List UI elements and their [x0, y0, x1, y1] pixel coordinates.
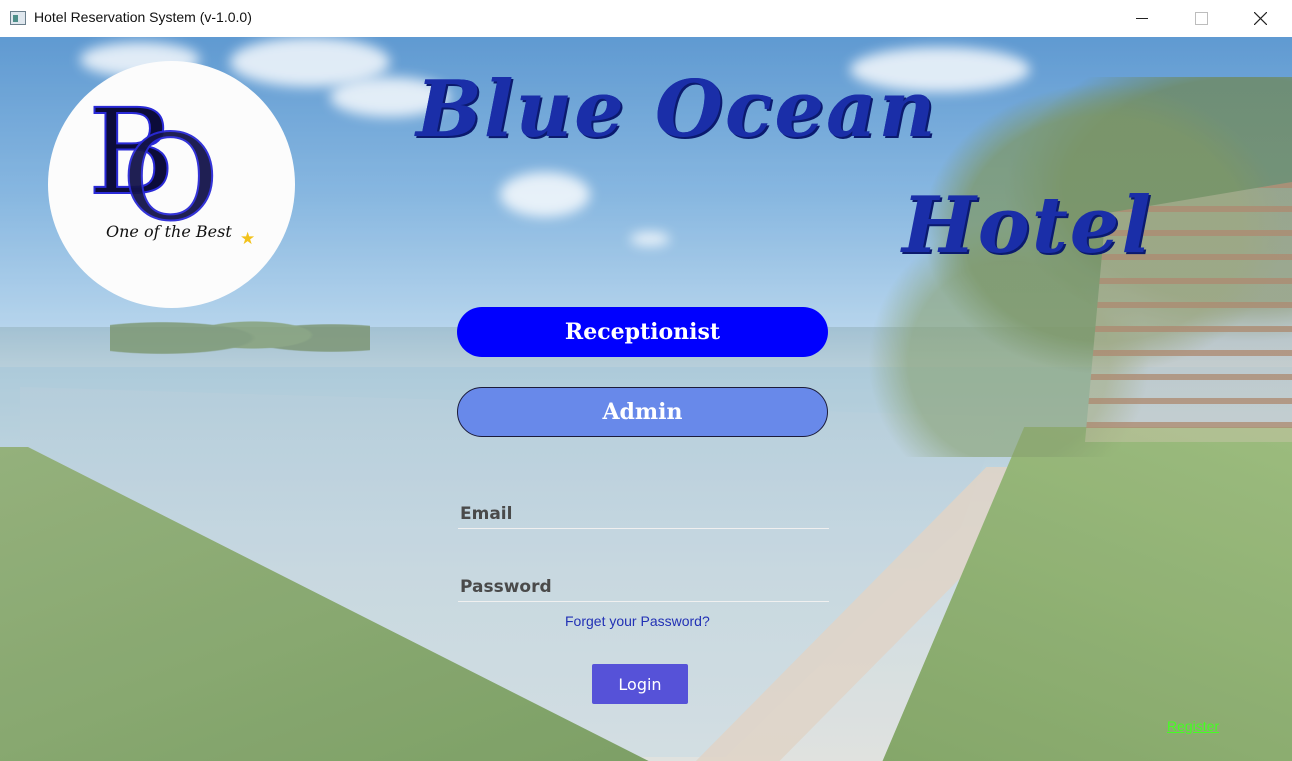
- bo-monogram: B O: [87, 85, 220, 225]
- star-icon: ★: [240, 229, 256, 249]
- register-link[interactable]: Register: [1167, 718, 1219, 734]
- hotel-title-line1: Blue Ocean: [416, 64, 938, 155]
- forget-password-link[interactable]: Forget your Password?: [565, 613, 710, 629]
- admin-button[interactable]: Admin: [457, 387, 828, 437]
- email-field[interactable]: [458, 500, 833, 528]
- email-field-container: [458, 500, 833, 529]
- app-icon: [10, 11, 26, 25]
- maximize-button[interactable]: [1172, 0, 1230, 37]
- login-button[interactable]: Login: [592, 664, 688, 704]
- close-button[interactable]: [1231, 0, 1289, 37]
- close-icon: [1254, 12, 1267, 25]
- password-field-container: [458, 573, 833, 602]
- title-bar: Hotel Reservation System (v-1.0.0): [0, 0, 1292, 38]
- hotel-title-line2: Hotel: [902, 180, 1154, 271]
- app-window: Hotel Reservation System (v-1.0.0) B O O…: [0, 0, 1292, 761]
- minimize-button[interactable]: [1113, 0, 1171, 37]
- window-title: Hotel Reservation System (v-1.0.0): [34, 9, 252, 25]
- password-field[interactable]: [458, 573, 833, 601]
- logo-tagline: One of the Best: [106, 222, 232, 241]
- monogram-o: O: [122, 109, 219, 225]
- receptionist-button[interactable]: Receptionist: [457, 307, 828, 357]
